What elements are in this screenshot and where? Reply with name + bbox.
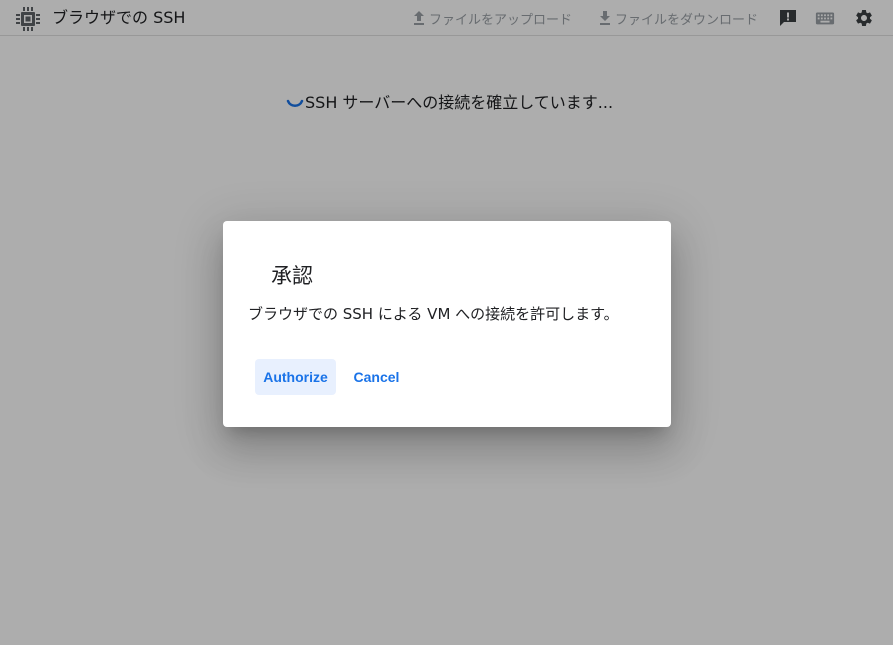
dialog-message: ブラウザでの SSH による VM への接続を許可します。 — [248, 305, 619, 323]
dialog-title: 承認 — [271, 264, 313, 288]
authorize-dialog: 承認 ブラウザでの SSH による VM への接続を許可します。 Authori… — [223, 221, 671, 427]
cancel-button[interactable]: Cancel — [345, 359, 408, 395]
authorize-button[interactable]: Authorize — [255, 359, 336, 395]
